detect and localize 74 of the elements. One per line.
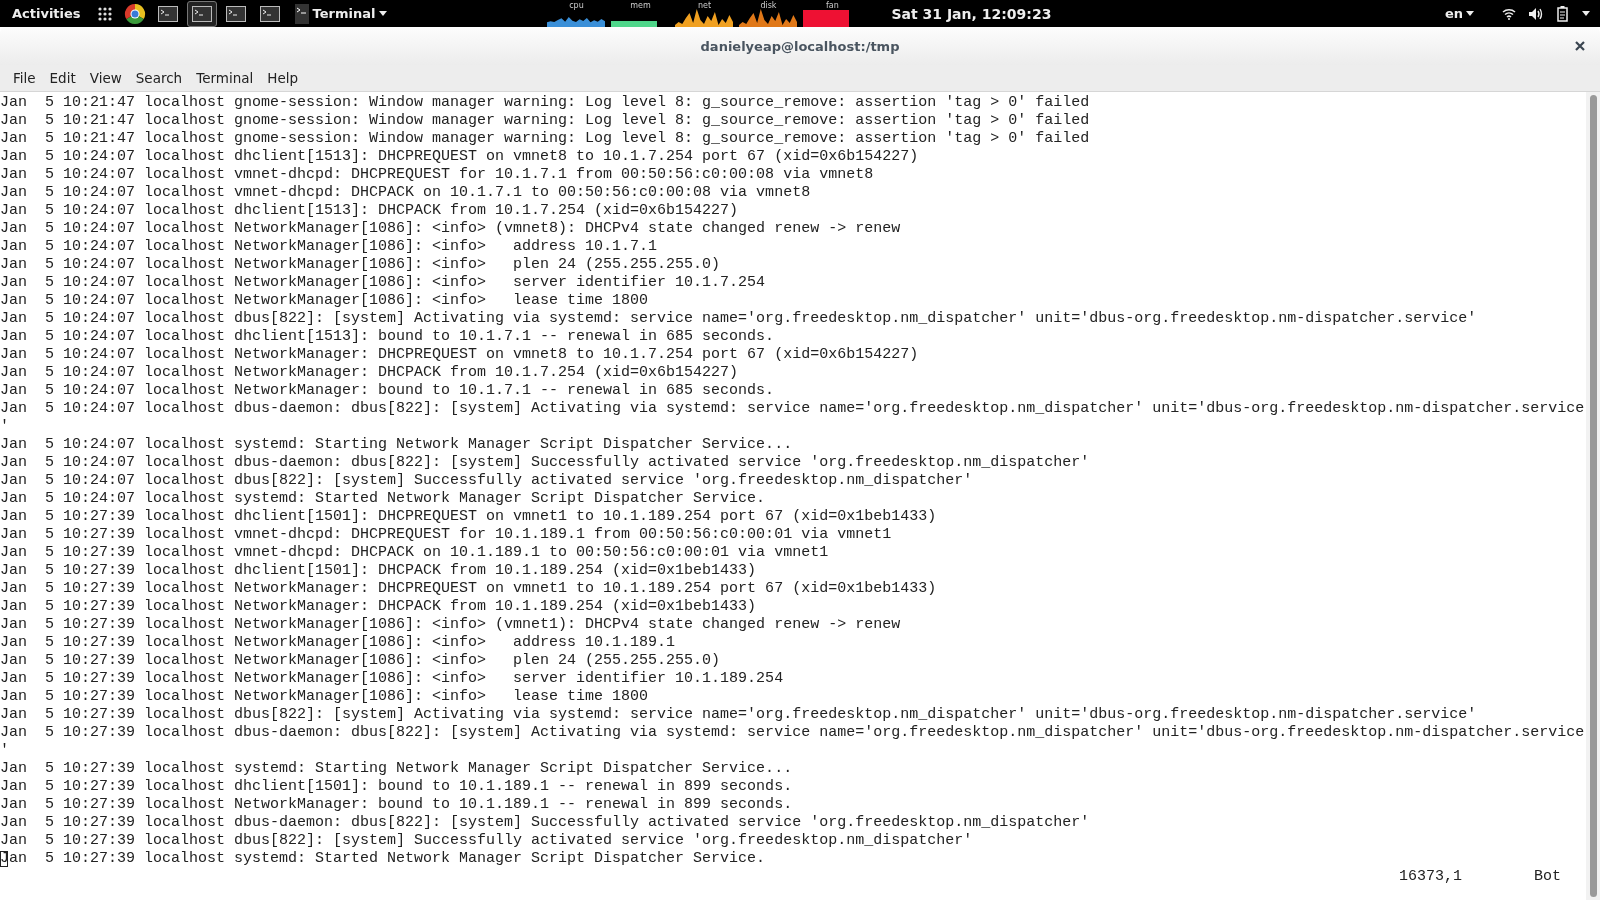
log-line: Jan 5 10:27:39 localhost systemd: Starting Network Manager Script Dispatcher Service... — [0, 760, 793, 777]
menu-item[interactable]: Terminal — [189, 70, 261, 86]
log-line: Jan 5 10:27:39 localhost NetworkManager[1086]: <info> address 10.1.189.1 — [0, 634, 676, 651]
battery-icon[interactable] — [1556, 5, 1570, 22]
log-line: Jan 5 10:24:07 localhost NetworkManager[1086]: <info> address 10.1.7.1 — [0, 238, 658, 255]
log-line: Jan 5 10:24:07 localhost NetworkManager: bound to 10.1.7.1 -- renewal in 685 seconds. — [0, 382, 775, 399]
log-line: Jan 5 10:27:39 localhost NetworkManager[1086]: <info> lease time 1800 — [0, 688, 649, 705]
wifi-icon[interactable] — [1502, 7, 1516, 20]
log-line: Jan 5 10:27:39 localhost vmnet-dhcpd: DHCPREQUEST for 10.1.189.1 from 00:50:56:c0:00:01 via vmnet1 — [0, 526, 892, 543]
monitor-label: fan — [826, 1, 839, 10]
log-line: Jan 5 10:24:07 localhost NetworkManager[1086]: <info> plen 24 (255.255.255.0) — [0, 256, 721, 273]
app-menu[interactable]: Terminal — [294, 3, 388, 24]
scrollbar[interactable] — [1586, 92, 1600, 900]
log-line: Jan 5 10:24:07 localhost dbus[822]: [system] Successfully activated service 'org.freedesktop.nm_dispatcher' — [0, 472, 973, 489]
log-line: Jan 5 10:24:07 localhost systemd: Starting Network Manager Script Dispatcher Service... — [0, 436, 793, 453]
log-line: Jan 5 10:24:07 localhost NetworkManager[1086]: <info> server identifier 10.1.7.254 — [0, 274, 766, 291]
log-line: Jan 5 10:24:07 localhost dbus-daemon: dbus[822]: [system] Activating via systemd: service name='org.freedesktop.nm_dispatcher' unit='dbus-org.freedesktop.nm-dispatcher.service — [0, 400, 1585, 417]
monitor-label: mem — [630, 1, 651, 10]
caret-icon — [379, 11, 388, 16]
log-line: Jan 5 10:24:07 localhost vmnet-dhcpd: DHCPACK on 10.1.7.1 to 00:50:56:c0:00:08 via vmnet8 — [0, 184, 811, 201]
log-line: Jan 5 10:24:07 localhost NetworkManager: DHCPREQUEST on vmnet8 to 10.1.7.254 port 67 (xid=0x6b154227) — [0, 346, 919, 363]
log-line: Jan 5 10:24:07 localhost dbus-daemon: dbus[822]: [system] Successfully activated service 'org.freedesktop.nm_dispatcher' — [0, 454, 1090, 471]
monitor-label: cpu — [569, 1, 584, 10]
menu-item[interactable]: Edit — [42, 70, 83, 86]
cursor-position: 16373,1 — [1398, 868, 1462, 886]
volume-icon[interactable] — [1528, 6, 1544, 21]
activities-button[interactable]: Activities — [0, 6, 93, 21]
log-line: Jan 5 10:24:07 localhost vmnet-dhcpd: DHCPREQUEST for 10.1.7.1 from 00:50:56:c0:00:08 via vmnet8 — [0, 166, 874, 183]
browser-icon[interactable] — [122, 1, 147, 26]
log-line: Jan 5 10:27:39 localhost dbus-daemon: dbus[822]: [system] Activating via systemd: service name='org.freedesktop.nm_dispatcher' unit='dbus-org.freedesktop.nm-dispatcher.service — [0, 724, 1585, 741]
menu-item[interactable]: Help — [260, 70, 306, 86]
menu-item[interactable]: Search — [128, 70, 190, 86]
log-line: Jan 5 10:27:39 localhost NetworkManager[1086]: <info> (vmnet1): DHCPv4 state changed renew -> renew — [0, 616, 901, 633]
log-line: Jan 5 10:24:07 localhost dbus[822]: [system] Activating via systemd: service name='org.freedesktop.nm_dispatcher' unit='dbus-org.freedesktop.nm-dispatcher.service' — [0, 310, 1477, 327]
log-line: Jan 5 10:27:39 localhost dhclient[1501]: DHCPACK from 10.1.189.254 (xid=0x1beb1433) — [0, 562, 757, 579]
caret-icon[interactable] — [1582, 11, 1590, 16]
log-line: Jan 5 10:24:07 localhost NetworkManager[1086]: <info> (vmnet8): DHCPv4 state changed renew -> renew — [0, 220, 901, 237]
log-line: Jan 5 10:21:47 localhost gnome-session: Window manager warning: Log level 8: g_source_remove: assertion 'tag > 0' failed — [0, 94, 1090, 111]
window-title: danielyeap@localhost:/tmp — [700, 38, 900, 54]
terminal-icon — [259, 5, 280, 22]
monitor-label: net — [697, 1, 711, 10]
scroll-position: Bot — [1534, 868, 1561, 886]
log-line: Jan 5 10:27:39 localhost dhclient[1501]: bound to 10.1.189.1 -- renewal in 899 seconds. — [0, 778, 793, 795]
clock[interactable]: Sat 31 Jan, 12:09:23 — [891, 5, 1052, 22]
log-line: Jan 5 10:24:07 localhost dhclient[1513]: bound to 10.1.7.1 -- renewal in 685 seconds. — [0, 328, 775, 345]
caret-icon — [1466, 11, 1474, 16]
log-line: ' — [0, 418, 9, 435]
log-line: Jan 5 10:27:39 localhost NetworkManager[1086]: <info> plen 24 (255.255.255.0) — [0, 652, 721, 669]
log-line: Jan 5 10:27:39 localhost NetworkManager: DHCPACK from 10.1.189.254 (xid=0x1beb1433) — [0, 598, 757, 615]
menu-item[interactable]: View — [82, 70, 129, 86]
log-line: Jan 5 10:27:39 localhost dbus[822]: [system] Activating via systemd: service name='org.freedesktop.nm_dispatcher' unit='dbus-org.freedesktop.nm-dispatcher.service' — [0, 706, 1477, 723]
log-line: Jan 5 10:24:07 localhost NetworkManager[1086]: <info> lease time 1800 — [0, 292, 649, 309]
language-menu[interactable]: en — [1444, 6, 1474, 21]
menu-item[interactable]: File — [6, 70, 43, 86]
terminal-icon — [225, 5, 246, 22]
terminal-icon — [191, 5, 212, 22]
log-line: Jan 5 10:27:39 localhost NetworkManager[1086]: <info> server identifier 10.1.189.254 — [0, 670, 784, 687]
log-line: Jan 5 10:27:39 localhost dbus[822]: [system] Successfully activated service 'org.freedesktop.nm_dispatcher' — [0, 832, 973, 849]
log-line: Jan 5 10:27:39 localhost NetworkManager: bound to 10.1.189.1 -- renewal in 899 seconds. — [0, 796, 793, 813]
log-line: Jan 5 10:27:39 localhost dhclient[1501]: DHCPREQUEST on vmnet1 to 10.1.189.254 port 67 (xid=0x1beb1433) — [0, 508, 937, 525]
log-line: Jan 5 10:21:47 localhost gnome-session: Window manager warning: Log level 8: g_source_remove: assertion 'tag > 0' failed — [0, 112, 1090, 129]
log-line: Jan 5 10:21:47 localhost gnome-session: Window manager warning: Log level 8: g_source_remove: assertion 'tag > 0' failed — [0, 130, 1090, 147]
log-line: Jan 5 10:27:39 localhost NetworkManager: DHCPREQUEST on vmnet1 to 10.1.189.254 port 67 (xid=0x1beb1433) — [0, 580, 937, 597]
terminal-icon — [157, 5, 178, 22]
taskbar-item[interactable] — [186, 0, 217, 27]
terminal-icon — [294, 3, 309, 24]
monitor-label: disk — [760, 1, 777, 10]
log-line: Jan 5 10:24:07 localhost dhclient[1513]: DHCPACK from 10.1.7.254 (xid=0x6b154227) — [0, 202, 739, 219]
log-line: Jan 5 10:24:07 localhost NetworkManager: DHCPACK from 10.1.7.254 (xid=0x6b154227) — [0, 364, 739, 381]
log-line: Jan 5 10:27:39 localhost vmnet-dhcpd: DHCPACK on 10.1.189.1 to 00:50:56:c0:00:01 via vmnet1 — [0, 544, 829, 561]
log-line: ' — [0, 742, 9, 759]
log-line: Jan 5 10:24:07 localhost systemd: Started Network Manager Script Dispatcher Service. — [0, 490, 766, 507]
log-line: Jan 5 10:24:07 localhost dhclient[1513]: DHCPREQUEST on vmnet8 to 10.1.7.254 port 67 (xid=0x6b154227) — [0, 148, 919, 165]
log-line: Jan 5 10:27:39 localhost dbus-daemon: dbus[822]: [system] Successfully activated service 'org.freedesktop.nm_dispatcher' — [0, 814, 1090, 831]
